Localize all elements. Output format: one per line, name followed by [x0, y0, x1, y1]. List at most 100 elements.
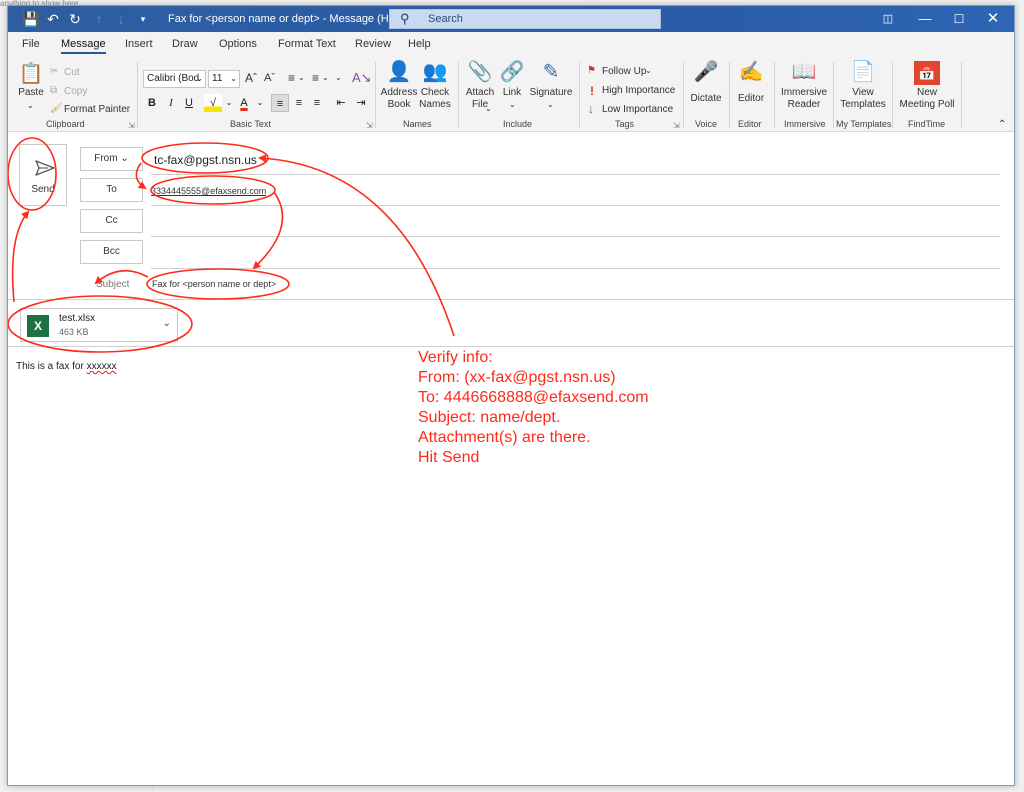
collapse-ribbon-icon[interactable]: ⌃: [998, 119, 1006, 130]
attachment-card[interactable]: X test.xlsx 463 KB ⌄: [20, 308, 178, 342]
attach-file-dropdown-icon[interactable]: ⌄: [485, 104, 492, 113]
display-options-icon[interactable]: ◫: [871, 6, 905, 32]
check-names-button[interactable]: Check Names: [416, 87, 454, 111]
annotation-line: Attachment(s) are there.: [418, 429, 591, 446]
dictate-button[interactable]: Dictate: [688, 93, 724, 105]
signature-icon: ✎: [542, 61, 560, 83]
down-arrow-icon[interactable]: ↓: [112, 10, 130, 28]
annotation-line: To: 4446668888@efaxsend.com: [418, 389, 649, 406]
font-size-select[interactable]: 11 ⌄: [208, 70, 240, 88]
close-icon[interactable]: ✕: [976, 6, 1010, 32]
format-painter-button[interactable]: Format Painter: [64, 104, 130, 115]
signature-button[interactable]: Signature: [527, 87, 575, 99]
ribbon: 📋 Paste ⌄ ✂ Cut ⧉ Copy 🖌 Format Painter …: [8, 57, 1014, 132]
immersive-reader-button[interactable]: Immersive Reader: [778, 87, 830, 111]
message-body[interactable]: This is a fax for xxxxxx: [16, 361, 117, 372]
attachment-divider: [8, 346, 1014, 347]
tab-help[interactable]: Help: [408, 38, 431, 50]
link-dropdown-icon[interactable]: ⌄: [509, 100, 516, 109]
up-arrow-icon[interactable]: ↑: [90, 10, 108, 28]
tab-message[interactable]: Message: [61, 38, 106, 54]
body-text: This is a fax for: [16, 361, 87, 372]
font-color-dropdown-icon[interactable]: ⌄: [251, 94, 269, 112]
cc-button[interactable]: Cc: [80, 209, 143, 233]
view-templates-button[interactable]: View Templates: [837, 87, 889, 111]
align-right-icon[interactable]: ≡: [308, 94, 326, 112]
tab-format-text[interactable]: Format Text: [278, 38, 336, 50]
font-family-value: Calibri (Bod: [147, 73, 200, 84]
subject-field[interactable]: Fax for <person name or dept>: [152, 279, 276, 289]
paste-dropdown-icon[interactable]: ⌄: [27, 101, 34, 110]
tab-insert[interactable]: Insert: [125, 38, 153, 50]
editor-button[interactable]: Editor: [733, 93, 769, 105]
bold-icon[interactable]: B: [143, 94, 161, 112]
from-label: From: [94, 153, 118, 164]
paste-button[interactable]: Paste: [14, 87, 48, 99]
signature-dropdown-icon[interactable]: ⌄: [547, 100, 554, 109]
numbering-dropdown-icon[interactable]: ⌄: [322, 73, 329, 82]
send-button[interactable]: Send: [19, 144, 67, 206]
follow-up-button[interactable]: Follow Up: [602, 66, 646, 77]
immersive-group-label: Immersive: [784, 119, 826, 129]
more-list-icon[interactable]: ⌄: [335, 73, 342, 82]
customize-icon[interactable]: ▾: [134, 10, 152, 28]
arrow-attachment-to-send: [11, 210, 30, 303]
check-names-icon: 👥: [422, 61, 448, 83]
cut-button[interactable]: Cut: [64, 67, 80, 78]
findtime-group-label: FindTime: [908, 119, 946, 129]
bcc-field[interactable]: [151, 268, 1000, 269]
save-icon[interactable]: 💾: [22, 10, 40, 28]
basic-text-launcher-icon[interactable]: ⇲: [366, 121, 373, 130]
body-misspelled-word: xxxxxx: [86, 361, 117, 372]
subject-label: Subject: [96, 279, 130, 290]
new-meeting-poll-button[interactable]: New Meeting Poll: [896, 87, 958, 111]
attachment-size: 463 KB: [59, 327, 89, 337]
clear-formatting-icon[interactable]: A↘: [352, 70, 372, 86]
font-family-select[interactable]: Calibri (Bod ⌄: [143, 70, 206, 88]
tab-draw[interactable]: Draw: [172, 38, 198, 50]
undo-icon[interactable]: ↶: [44, 10, 62, 28]
tab-options[interactable]: Options: [219, 38, 257, 50]
minimize-icon[interactable]: —: [908, 6, 942, 32]
follow-up-dropdown-icon[interactable]: ⌄: [645, 66, 652, 75]
tab-file[interactable]: File: [22, 38, 40, 50]
to-recipient[interactable]: 3334445555@efaxsend.com: [151, 186, 266, 196]
my-templates-group-label: My Templates: [836, 119, 892, 129]
low-importance-button[interactable]: Low Importance: [602, 104, 673, 115]
attach-file-button[interactable]: Attach File: [462, 87, 498, 111]
bcc-button[interactable]: Bcc: [80, 240, 143, 264]
redo-icon[interactable]: ↻: [66, 10, 84, 28]
align-center-icon[interactable]: ≡: [290, 94, 308, 112]
annotation-line: From: (xx-fax@pgst.nsn.us): [418, 369, 616, 386]
microphone-icon: 🎤: [693, 61, 719, 83]
underline-icon[interactable]: U: [180, 94, 198, 112]
copy-button[interactable]: Copy: [64, 86, 87, 97]
bullets-icon[interactable]: ≡: [288, 71, 295, 85]
italic-icon[interactable]: I: [162, 94, 180, 112]
clipboard-launcher-icon[interactable]: ⇲: [128, 121, 135, 130]
shrink-font-icon[interactable]: Aˇ: [264, 72, 275, 84]
link-button[interactable]: Link: [498, 87, 526, 99]
tags-launcher-icon[interactable]: ⇲: [673, 121, 680, 130]
align-left-icon[interactable]: ≡: [271, 94, 289, 112]
search-icon: ⚲: [400, 11, 410, 26]
decrease-indent-icon[interactable]: ⇤: [332, 94, 350, 112]
meeting-poll-icon: 📅: [914, 61, 940, 85]
from-underline: [151, 174, 1000, 175]
bullets-dropdown-icon[interactable]: ⌄: [298, 73, 305, 82]
cc-field[interactable]: [151, 236, 1000, 237]
address-book-button[interactable]: Address Book: [379, 87, 419, 111]
search-box[interactable]: ⚲ Search: [389, 9, 661, 29]
maximize-icon[interactable]: ☐: [942, 6, 976, 32]
increase-indent-icon[interactable]: ⇥: [352, 94, 370, 112]
to-button[interactable]: To: [80, 178, 143, 202]
tab-review[interactable]: Review: [355, 38, 391, 50]
high-importance-button[interactable]: High Importance: [602, 85, 675, 96]
grow-font-icon[interactable]: Aˆ: [245, 71, 257, 85]
from-button[interactable]: From ⌄: [80, 147, 143, 171]
arrow-note-to-from: [258, 154, 455, 337]
chevron-down-icon[interactable]: ⌄: [163, 318, 171, 329]
to-field[interactable]: [151, 205, 1000, 206]
numbering-icon[interactable]: ≡: [312, 71, 319, 85]
flag-icon: ⚑: [587, 65, 596, 76]
